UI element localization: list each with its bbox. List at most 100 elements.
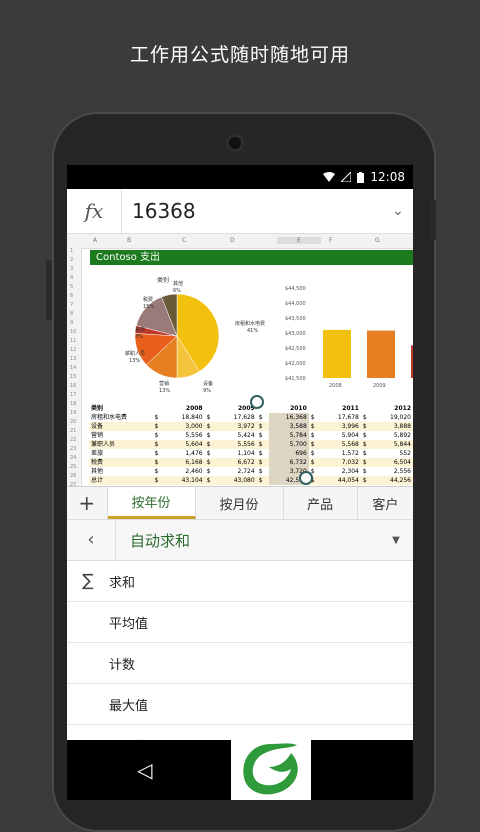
value-cell[interactable]: 5,844 [373, 440, 413, 449]
category-cell[interactable]: 总计 [89, 476, 153, 485]
value-cell[interactable]: 43,080 [217, 476, 257, 485]
table-header[interactable]: 2008 [152, 404, 205, 413]
value-cell[interactable]: 19,020 [373, 413, 413, 422]
row-header[interactable]: 16 [70, 383, 76, 389]
row-header[interactable]: 11 [70, 338, 76, 344]
value-cell[interactable]: 3,000 [164, 422, 205, 431]
row-header[interactable]: 25 [70, 464, 76, 470]
value-cell[interactable]: 5,700 [269, 440, 309, 449]
value-cell[interactable]: 5,892 [373, 431, 413, 440]
category-cell[interactable]: 设备 [89, 422, 153, 431]
value-cell[interactable]: 6,168 [164, 458, 205, 467]
tab-products[interactable]: 产品 [284, 487, 358, 519]
row-header[interactable]: 14 [70, 365, 76, 371]
row-header[interactable]: 3 [70, 266, 73, 272]
function-item-average[interactable]: 平均值 [67, 602, 413, 643]
row-header[interactable]: 8 [70, 311, 73, 317]
row-header[interactable]: 10 [70, 329, 76, 335]
value-cell[interactable]: 6,732 [269, 458, 309, 467]
row-header[interactable]: 5 [70, 284, 73, 290]
table-header[interactable]: 2012 [360, 404, 413, 413]
category-cell[interactable]: 其他 [89, 467, 153, 476]
formula-value[interactable]: 16368 [122, 199, 383, 223]
value-cell[interactable]: 6,504 [373, 458, 413, 467]
function-category-select[interactable]: ‹ 自动求和 ▼ [67, 520, 413, 561]
row-header[interactable]: 24 [70, 455, 76, 461]
row-header[interactable]: 15 [70, 374, 76, 380]
sheet-title[interactable]: Contoso 支出 [90, 250, 413, 265]
back-icon[interactable]: ‹ [67, 520, 116, 560]
value-cell[interactable]: 1,476 [165, 449, 205, 458]
value-cell[interactable]: 696 [269, 449, 309, 458]
row-header[interactable]: 21 [70, 428, 76, 434]
value-cell[interactable]: 3,888 [373, 422, 413, 431]
column-header[interactable]: A [93, 237, 97, 244]
value-cell[interactable]: 18,840 [165, 413, 205, 422]
row-header[interactable]: 23 [70, 446, 76, 452]
row-header[interactable]: 1 [70, 248, 73, 254]
formula-bar[interactable]: fx 16368 ⌄ [67, 189, 413, 234]
tab-by-month[interactable]: 按月份 [196, 487, 284, 519]
column-header[interactable]: C [182, 237, 186, 244]
value-cell[interactable]: 5,424 [217, 431, 257, 440]
value-cell[interactable]: 552 [373, 449, 413, 458]
value-cell[interactable]: 5,568 [321, 440, 361, 449]
value-cell[interactable]: 5,904 [321, 431, 361, 440]
value-cell[interactable]: 2,304 [321, 467, 361, 476]
tab-customers[interactable]: 客户 [358, 487, 413, 519]
function-item-count[interactable]: 计数 [67, 643, 413, 684]
row-header[interactable]: 4 [70, 275, 73, 281]
value-cell[interactable]: 3,996 [321, 422, 361, 431]
table-header[interactable]: 2009 [204, 404, 257, 413]
value-cell[interactable]: 5,604 [164, 440, 205, 449]
add-sheet-button[interactable]: + [67, 487, 108, 519]
row-header[interactable]: 7 [70, 302, 73, 308]
value-cell[interactable]: 3,972 [217, 422, 257, 431]
column-header[interactable]: B [127, 237, 131, 244]
row-header[interactable]: 13 [70, 356, 76, 362]
value-cell[interactable]: 17,678 [321, 413, 361, 422]
row-header[interactable]: 19 [70, 410, 76, 416]
row-header[interactable]: 26 [70, 473, 76, 479]
fx-button[interactable]: fx [67, 189, 122, 233]
bar[interactable] [411, 345, 413, 378]
table-header[interactable]: 2011 [308, 404, 361, 413]
row-header[interactable]: 6 [70, 293, 73, 299]
column-header[interactable]: E [277, 237, 321, 244]
row-header[interactable]: 20 [70, 419, 76, 425]
data-table[interactable]: 类别 2008 2009 2010 2011 2012 房租和水电费 $18,84… [89, 404, 413, 485]
spreadsheet-grid[interactable]: A B C D E F G 1 2 3 4 5 6 7 8 9 10 11 12 13 14 15 16 17 1… [67, 234, 413, 487]
table-header[interactable]: 2010 [256, 404, 309, 413]
row-header[interactable]: 18 [70, 401, 76, 407]
bar-chart[interactable]: $44,500 $44,000 $43,500 $43,000 $42,500 $42,0… [283, 274, 413, 404]
caret-down-icon[interactable]: ▼ [379, 535, 413, 546]
value-cell[interactable]: 7,032 [321, 458, 361, 467]
category-cell[interactable]: 营销 [89, 431, 153, 440]
value-cell[interactable]: 2,724 [217, 467, 257, 476]
value-cell[interactable]: 17,628 [217, 413, 257, 422]
row-header[interactable]: 17 [70, 392, 76, 398]
category-cell[interactable]: 房租和水电费 [89, 413, 153, 422]
value-cell[interactable]: 44,256 [373, 476, 413, 485]
back-triangle-icon[interactable]: ◁ [137, 758, 152, 782]
bar[interactable] [367, 330, 395, 378]
value-cell[interactable]: 16,368 [269, 413, 309, 422]
value-cell[interactable]: 6,672 [217, 458, 257, 467]
value-cell[interactable]: 5,784 [269, 431, 309, 440]
value-cell[interactable]: 3,588 [269, 422, 309, 431]
column-header[interactable]: D [230, 237, 235, 244]
table-header[interactable]: 类别 [89, 404, 153, 413]
value-cell[interactable]: 1,104 [217, 449, 257, 458]
row-header[interactable]: 2 [70, 257, 73, 263]
chevron-down-icon[interactable]: ⌄ [383, 203, 413, 219]
value-cell[interactable]: 2,556 [373, 467, 413, 476]
value-cell[interactable]: 43,104 [164, 476, 205, 485]
category-cell[interactable]: 差旅 [89, 449, 153, 458]
value-cell[interactable]: 1,572 [321, 449, 361, 458]
column-header[interactable]: F [329, 237, 332, 244]
selection-handle[interactable] [250, 395, 264, 409]
category-cell[interactable]: 税费 [89, 458, 153, 467]
bar[interactable] [323, 329, 351, 378]
function-item-sum[interactable]: ∑ 求和 [67, 561, 413, 602]
function-item-max[interactable]: 最大值 [67, 684, 413, 725]
